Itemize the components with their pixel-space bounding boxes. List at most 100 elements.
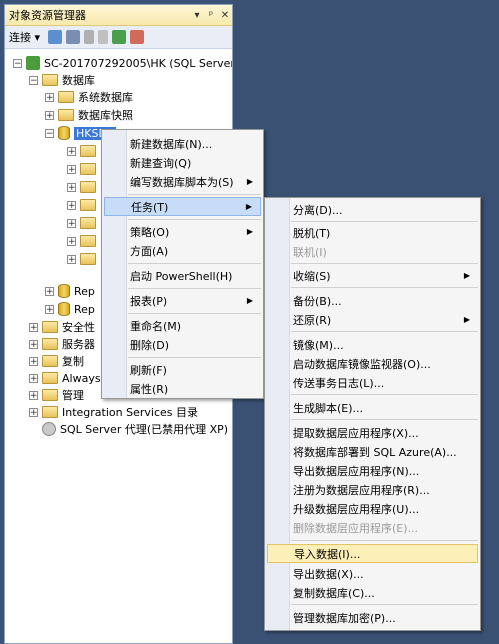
menu-manage-encryption[interactable]: 管理数据库加密(P)...: [267, 608, 478, 627]
tree-node-integration[interactable]: + Integration Services 目录: [29, 404, 198, 420]
menu-tasks[interactable]: 任务(T) ▶: [104, 197, 261, 216]
menu-new-database[interactable]: 新建数据库(N)...: [104, 134, 261, 153]
close-icon[interactable]: ✕: [218, 10, 232, 21]
menu-export-dac[interactable]: 导出数据层应用程序(N)...: [267, 461, 478, 480]
folder-icon: [80, 163, 96, 175]
menu-reports[interactable]: 报表(P) ▶: [104, 291, 261, 310]
menu-copy-database[interactable]: 复制数据库(C)...: [267, 583, 478, 602]
tree-node-child[interactable]: +: [67, 161, 100, 177]
menu-import-data[interactable]: 导入数据(I)...: [267, 544, 478, 563]
tree-node-rep1[interactable]: + Rep: [45, 283, 95, 299]
menu-export-data[interactable]: 导出数据(X)...: [267, 564, 478, 583]
tree-node-server-objects[interactable]: + 服务器: [29, 336, 95, 352]
refresh-icon[interactable]: [112, 30, 127, 44]
script-database-label: 编写数据库脚本为(S): [130, 175, 234, 189]
tree-node-child[interactable]: +: [67, 197, 100, 213]
menu-detach[interactable]: 分离(D)...: [267, 200, 478, 219]
folder-icon: [42, 389, 58, 401]
tree-node-system-db[interactable]: + 系统数据库: [45, 89, 133, 105]
filter-icon[interactable]: [98, 30, 109, 44]
tree-node-security[interactable]: + 安全性: [29, 319, 95, 335]
tree-node-child[interactable]: +: [67, 251, 100, 267]
collapse-icon[interactable]: −: [29, 75, 38, 85]
menu-delete[interactable]: 删除(D): [104, 335, 261, 354]
system-db-label: 系统数据库: [78, 91, 133, 104]
tasks-label: 任务(T): [131, 200, 169, 214]
expand-icon[interactable]: +: [45, 304, 54, 314]
menu-delete-dac[interactable]: 删除数据层应用程序(E)...: [267, 518, 478, 537]
menu-refresh[interactable]: 刷新(F): [104, 360, 261, 379]
expand-icon[interactable]: +: [45, 110, 54, 120]
expand-icon[interactable]: +: [29, 356, 38, 366]
tree-node-child[interactable]: +: [67, 215, 100, 231]
dropdown-icon[interactable]: ▾: [190, 10, 204, 21]
menu-upgrade-dac[interactable]: 升级数据层应用程序(U)...: [267, 499, 478, 518]
expand-icon[interactable]: +: [67, 218, 76, 228]
menu-take-offline[interactable]: 脱机(T): [267, 223, 478, 242]
restore-label: 还原(R): [293, 313, 332, 327]
menu-mirror-monitor[interactable]: 启动数据库镜像监视器(O)...: [267, 354, 478, 373]
menu-mirror[interactable]: 镜像(M)...: [267, 335, 478, 354]
database-icon: [58, 302, 70, 316]
menu-separator: [128, 219, 261, 220]
expand-icon[interactable]: +: [29, 407, 38, 417]
menu-restore[interactable]: 还原(R) ▶: [267, 310, 478, 329]
tree-node-replication[interactable]: + 复制: [29, 353, 84, 369]
tree-node-alwayson[interactable]: + Always: [29, 370, 101, 386]
menu-separator: [291, 221, 478, 222]
expand-icon[interactable]: +: [67, 236, 76, 246]
collapse-icon[interactable]: −: [45, 128, 54, 138]
panel-toolbar: 连接 ▾: [5, 26, 232, 49]
expand-icon[interactable]: +: [67, 164, 76, 174]
expand-icon[interactable]: +: [29, 322, 38, 332]
folder-icon: [42, 321, 58, 333]
menu-register-dac[interactable]: 注册为数据层应用程序(R)...: [267, 480, 478, 499]
expand-icon[interactable]: +: [45, 92, 54, 102]
menu-backup[interactable]: 备份(B)...: [267, 291, 478, 310]
expand-icon[interactable]: +: [67, 254, 76, 264]
database-context-menu: 新建数据库(N)... 新建查询(Q) 编写数据库脚本为(S) ▶ 任务(T) ▶ …: [101, 129, 264, 399]
summary-icon[interactable]: [130, 30, 145, 44]
expand-icon[interactable]: +: [45, 286, 54, 296]
databases-label: 数据库: [62, 74, 95, 87]
menu-extract-dac[interactable]: 提取数据层应用程序(X)...: [267, 423, 478, 442]
tree-node-databases[interactable]: − 数据库: [29, 72, 95, 88]
menu-deploy-azure[interactable]: 将数据库部署到 SQL Azure(A)...: [267, 442, 478, 461]
menu-log-shipping[interactable]: 传送事务日志(L)...: [267, 373, 478, 392]
stop-icon[interactable]: [84, 30, 95, 44]
connect-button[interactable]: 连接 ▾: [9, 29, 40, 45]
collapse-icon[interactable]: −: [13, 58, 22, 68]
menu-new-query[interactable]: 新建查询(Q): [104, 153, 261, 172]
menu-rename[interactable]: 重命名(M): [104, 316, 261, 335]
expand-icon[interactable]: +: [29, 373, 38, 383]
menu-shrink[interactable]: 收缩(S) ▶: [267, 266, 478, 285]
expand-icon[interactable]: +: [67, 182, 76, 192]
tree-node-child[interactable]: +: [67, 143, 100, 159]
expand-icon[interactable]: +: [29, 339, 38, 349]
tree-node-server[interactable]: − SC-201707292005\HK (SQL Server 1: [13, 55, 232, 71]
tree-node-child[interactable]: +: [67, 179, 100, 195]
database-icon: [58, 284, 70, 298]
menu-facets[interactable]: 方面(A): [104, 241, 261, 260]
expand-icon[interactable]: +: [29, 390, 38, 400]
menu-generate-scripts[interactable]: 生成脚本(E)...: [267, 398, 478, 417]
expand-icon[interactable]: +: [67, 200, 76, 210]
tree-node-snapshots[interactable]: + 数据库快照: [45, 107, 133, 123]
menu-bring-online[interactable]: 联机(I): [267, 242, 478, 261]
integration-label: Integration Services 目录: [62, 406, 198, 419]
connect-icon[interactable]: [48, 30, 63, 44]
menu-script-database[interactable]: 编写数据库脚本为(S) ▶: [104, 172, 261, 191]
disconnect-icon[interactable]: [66, 30, 81, 44]
expand-icon[interactable]: +: [67, 146, 76, 156]
tree-node-child[interactable]: +: [67, 233, 100, 249]
tree-node-rep2[interactable]: + Rep: [45, 301, 95, 317]
tasks-submenu: 分离(D)... 脱机(T) 联机(I) 收缩(S) ▶ 备份(B)... 还原(…: [264, 197, 481, 631]
menu-properties[interactable]: 属性(R): [104, 379, 261, 398]
tree-node-management[interactable]: + 管理: [29, 387, 84, 403]
menu-policies[interactable]: 策略(O) ▶: [104, 222, 261, 241]
folder-icon: [42, 372, 58, 384]
pin-icon[interactable]: ᵖ: [204, 10, 218, 21]
menu-start-powershell[interactable]: 启动 PowerShell(H): [104, 266, 261, 285]
menu-separator: [291, 263, 478, 264]
tree-node-agent[interactable]: SQL Server 代理(已禁用代理 XP): [42, 421, 228, 437]
